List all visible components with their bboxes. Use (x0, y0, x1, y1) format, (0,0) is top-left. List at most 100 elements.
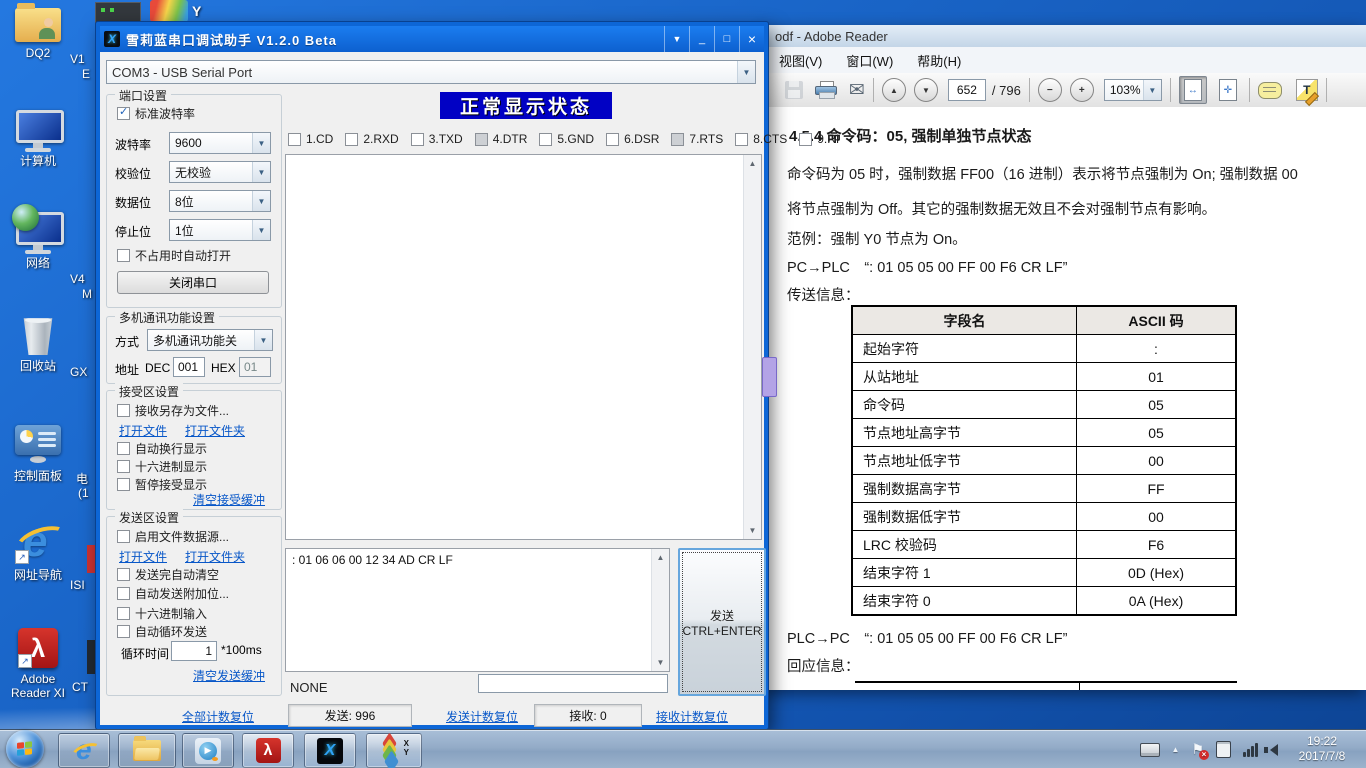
file-data-source-checkbox[interactable]: 启用文件数据源... (117, 528, 229, 545)
stop-bits-select[interactable]: 1位▼ (169, 219, 271, 241)
signal-rts[interactable]: 7.RTS (671, 132, 723, 146)
open-folder-link[interactable]: 打开文件夹 (185, 422, 245, 439)
taskbar-gx-button[interactable]: XY (366, 733, 422, 768)
hex-input-checkbox[interactable]: 十六进制输入 (117, 605, 207, 622)
previous-page-button[interactable]: ▲ (882, 78, 906, 102)
email-icon[interactable]: ✉ (849, 79, 865, 102)
desktop-icon-network[interactable]: 网络 (2, 212, 74, 270)
send-text-area[interactable]: : 01 06 06 00 12 34 AD CR LF ▲ ▼ (285, 548, 670, 672)
scroll-down-icon[interactable]: ▼ (657, 654, 665, 671)
clear-send-buffer-link[interactable]: 清空发送缓冲 (193, 667, 265, 684)
auto-append-checkbox[interactable]: 自动发送附加位... (117, 585, 229, 602)
desktop-icon-dq2[interactable]: DQ2 (2, 8, 74, 60)
highlight-text-icon[interactable]: T (1296, 79, 1318, 101)
taskbar-media-player-button[interactable]: ▶ (182, 733, 234, 768)
auto-clear-checkbox[interactable]: 发送完自动清空 (117, 566, 219, 583)
open-folder-link[interactable]: 打开文件夹 (185, 548, 245, 565)
reset-sent-counter-link[interactable]: 发送计数复位 (446, 708, 518, 725)
network-signal-icon[interactable] (1243, 743, 1258, 757)
taskbar-serial-tool-button[interactable]: X (304, 733, 356, 768)
next-page-button[interactable]: ▼ (914, 78, 938, 102)
adobe-titlebar[interactable]: odf - Adobe Reader (767, 25, 1366, 48)
signal-rxd[interactable]: 2.RXD (345, 132, 398, 146)
zoom-level-select[interactable]: 103%▼ (1104, 79, 1162, 101)
control-panel-icon (15, 425, 61, 465)
port-settings-group: 端口设置 ✓标准波特率 波特率 9600▼ 校验位 无校验▼ 数据位 8位▼ 停… (106, 94, 282, 308)
auto-wrap-checkbox[interactable]: 自动换行显示 (117, 440, 207, 457)
receive-scrollbar[interactable]: ▲ ▼ (743, 155, 761, 539)
taskbar-clock[interactable]: 19:22 2017/7/8 (1284, 734, 1360, 764)
scroll-up-icon[interactable]: ▲ (749, 155, 757, 172)
menu-help[interactable]: 帮助(H) (905, 47, 973, 74)
keyboard-icon[interactable] (1140, 743, 1160, 757)
clipped-icon-label: CT (72, 680, 88, 694)
signal-ri[interactable]: 9.RI (799, 132, 839, 146)
desktop-icon-control-panel[interactable]: 控制面板 (2, 425, 74, 483)
receive-display-area[interactable]: ▲ ▼ (285, 154, 762, 540)
desktop-icon-computer[interactable]: 计算机 (2, 110, 74, 168)
save-as-file-checkbox[interactable]: 接收另存为文件... (117, 402, 229, 419)
close-port-button[interactable]: 关闭串口 (117, 271, 269, 294)
desktop-icon-fragment-label: Y (192, 3, 201, 19)
standard-baud-checkbox[interactable]: ✓标准波特率 (117, 105, 195, 122)
signal-cts[interactable]: 8.CTS (735, 132, 787, 146)
com-port-select[interactable]: COM3 - USB Serial Port ▼ (106, 60, 756, 84)
signal-dsr[interactable]: 6.DSR (606, 132, 659, 146)
show-hidden-icons[interactable]: ▲ (1172, 745, 1180, 754)
taskbar-adobe-reader-button[interactable]: λ (242, 733, 294, 768)
sent-counter: 发送: 996 (288, 704, 412, 727)
menu-window[interactable]: 窗口(W) (834, 47, 905, 74)
dec-address-input[interactable]: 001 (173, 357, 205, 377)
clear-receive-buffer-link[interactable]: 清空接受缓冲 (193, 491, 265, 508)
pdf-page: 4.5.4 命令码：05, 强制单独节点状态 命令码为 05 时，强制数据 FF… (767, 107, 1366, 690)
close-button[interactable]: × (739, 26, 764, 52)
scroll-down-icon[interactable]: ▼ (749, 522, 757, 539)
zoom-out-button[interactable]: − (1038, 78, 1062, 102)
tray-app-icon[interactable] (1216, 741, 1231, 758)
adobe-reader-icon: λ (256, 738, 281, 763)
loop-time-unit: *100ms (221, 643, 262, 657)
signal-txd[interactable]: 3.TXD (411, 132, 463, 146)
send-scrollbar[interactable]: ▲ ▼ (651, 549, 669, 671)
parity-select[interactable]: 无校验▼ (169, 161, 271, 183)
loop-time-input[interactable]: 1 (171, 641, 217, 661)
signal-dtr[interactable]: 4.DTR (475, 132, 528, 146)
scroll-up-icon[interactable]: ▲ (657, 549, 665, 566)
serial-window-title: 雪莉蓝串口调试助手 V1.2.0 Beta (126, 30, 337, 49)
reset-received-counter-link[interactable]: 接收计数复位 (656, 708, 728, 725)
fit-width-button[interactable]: ↔ (1179, 76, 1207, 104)
desktop-icon-adobe-reader[interactable]: λ ↗ Adobe Reader XI (2, 628, 74, 700)
serial-titlebar[interactable]: X 雪莉蓝串口调试助手 V1.2.0 Beta ▼ _ □ × (100, 26, 764, 52)
auto-loop-send-checkbox[interactable]: 自动循环发送 (117, 623, 207, 640)
hex-display-checkbox[interactable]: 十六进制显示 (117, 458, 207, 475)
open-file-link[interactable]: 打开文件 (119, 422, 167, 439)
fit-page-button[interactable]: ✛ (1215, 77, 1241, 103)
desktop-icon-recycle-bin[interactable]: 回收站 (2, 315, 74, 373)
data-bits-select[interactable]: 8位▼ (169, 190, 271, 212)
auto-open-checkbox[interactable]: 不占用时自动打开 (117, 247, 231, 264)
start-button[interactable] (6, 730, 44, 768)
volume-icon[interactable] (1270, 744, 1278, 756)
desktop-icon-web-nav[interactable]: e ↗ 网址导航 (2, 520, 74, 582)
page-number-input[interactable]: 652 (948, 79, 986, 101)
save-icon[interactable] (785, 81, 803, 99)
action-center-icon[interactable]: ⚑× (1191, 741, 1204, 758)
append-input[interactable] (478, 674, 668, 693)
mode-select[interactable]: 多机通讯功能关▼ (147, 329, 273, 351)
taskbar-explorer-button[interactable] (118, 733, 176, 768)
baud-rate-select[interactable]: 9600▼ (169, 132, 271, 154)
menu-view[interactable]: 视图(V) (767, 47, 834, 74)
reset-all-counters-link[interactable]: 全部计数复位 (182, 708, 254, 725)
print-icon[interactable] (815, 81, 837, 99)
signal-gnd[interactable]: 5.GND (539, 132, 594, 146)
taskbar-ie-button[interactable]: e (58, 733, 110, 768)
signal-cd[interactable]: 1.CD (288, 132, 333, 146)
maximize-button[interactable]: □ (714, 26, 739, 52)
table-row: LRC 校验码F6 (853, 530, 1235, 558)
minimize-button[interactable]: _ (689, 26, 714, 52)
open-file-link[interactable]: 打开文件 (119, 548, 167, 565)
comment-icon[interactable] (1258, 82, 1282, 99)
send-button[interactable]: 发送 CTRL+ENTER (678, 548, 766, 696)
window-menu-button[interactable]: ▼ (664, 26, 689, 52)
zoom-in-button[interactable]: + (1070, 78, 1094, 102)
